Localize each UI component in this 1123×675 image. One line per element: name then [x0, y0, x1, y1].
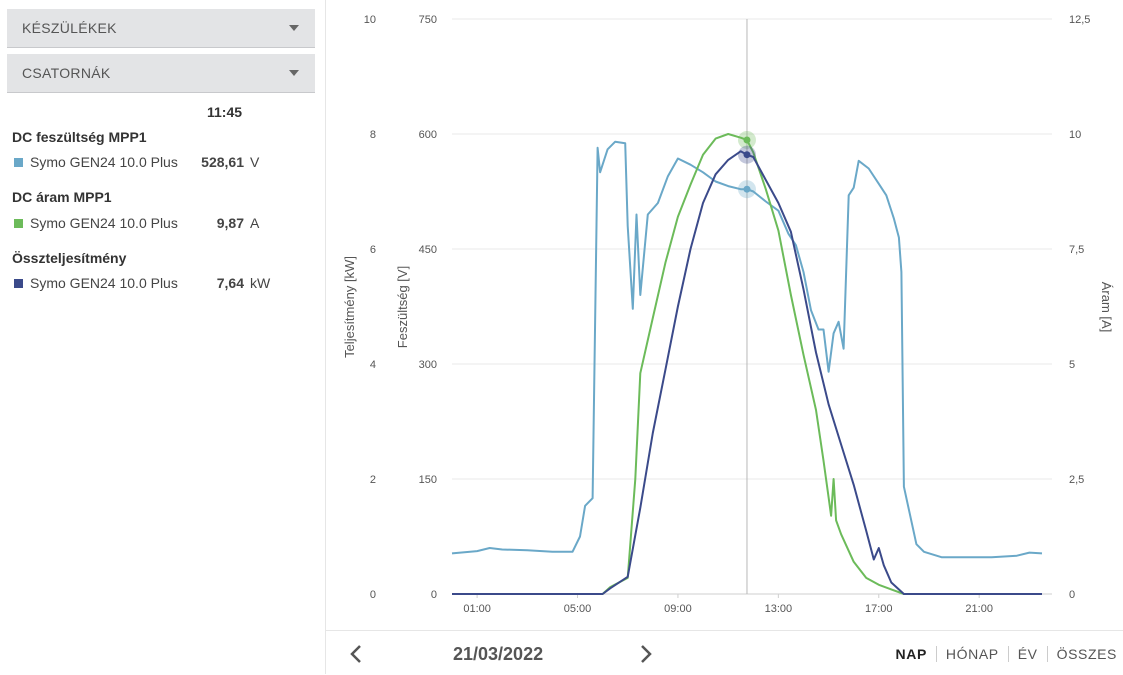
legend-row-dc-voltage[interactable]: Symo GEN24 10.0 Plus 528,61 V — [14, 154, 314, 172]
device-name: Symo GEN24 10.0 Plus — [30, 275, 178, 291]
previous-day-button[interactable] — [346, 643, 368, 665]
voltage-tick-label: 150 — [419, 474, 437, 486]
power-tick-label: 2 — [370, 474, 376, 486]
channels-dropdown-label: CSATORNÁK — [22, 65, 111, 81]
chevron-right-icon — [641, 645, 652, 663]
current-tick-label: 7,5 — [1069, 244, 1084, 256]
legend-row-total-power[interactable]: Symo GEN24 10.0 Plus 7,64 kW — [14, 275, 314, 293]
power-tick-label: 6 — [370, 244, 376, 256]
current-hover-point — [743, 136, 751, 144]
chevron-down-icon — [289, 25, 299, 31]
chart-area[interactable]: 0 0 0 2 150 2,5 4 300 5 6 450 7,5 8 600 10 10 750 12,5 Tel… — [326, 0, 1123, 630]
period-year-tab[interactable]: ÉV — [1018, 646, 1038, 662]
legend-row-dc-current[interactable]: Symo GEN24 10.0 Plus 9,87 A — [14, 215, 314, 233]
voltage-tick-label: 600 — [419, 129, 437, 141]
current-tick-label: 2,5 — [1069, 474, 1084, 486]
date-navigation-bar: 21/03/2022 NAP HÓNAP ÉV ÖSSZES — [326, 630, 1123, 675]
voltage-hover-point — [743, 185, 751, 193]
power-tick-label: 0 — [370, 589, 376, 601]
series-value: 7,64 — [216, 275, 244, 291]
series-unit: V — [250, 154, 260, 170]
period-separator — [935, 646, 937, 662]
power-axis-label: Teljesítmény [kW] — [342, 256, 357, 358]
series-value: 528,61 — [201, 154, 244, 170]
group-title-total-power: Összteljesítmény — [12, 250, 127, 266]
series-color-swatch — [14, 219, 23, 228]
channels-dropdown[interactable]: CSATORNÁK — [7, 54, 315, 93]
period-separator — [1046, 646, 1048, 662]
chevron-down-icon — [289, 70, 299, 76]
period-day-tab[interactable]: NAP — [896, 646, 927, 662]
x-tick-label: 17:00 — [865, 603, 893, 615]
voltage-axis-label: Feszültség [V] — [395, 266, 410, 348]
voltage-tick-label: 300 — [419, 359, 437, 371]
devices-dropdown[interactable]: KÉSZÜLÉKEK — [7, 9, 315, 48]
period-selector: NAP HÓNAP ÉV ÖSSZES — [896, 646, 1117, 662]
chevron-left-icon — [350, 645, 361, 663]
series-unit: A — [250, 215, 260, 231]
x-tick-label: 13:00 — [765, 603, 793, 615]
sidebar: KÉSZÜLÉKEK CSATORNÁK 11:45 DC feszültség… — [0, 0, 325, 674]
series-unit: kW — [250, 275, 271, 291]
current-axis-label: Áram [A] — [1099, 282, 1114, 333]
current-tick-label: 5 — [1069, 359, 1075, 371]
current-tick-label: 12,5 — [1069, 14, 1090, 26]
cursor-time: 11:45 — [207, 104, 243, 120]
series-color-swatch — [14, 158, 23, 167]
x-tick-label: 01:00 — [463, 603, 491, 615]
x-tick-label: 09:00 — [664, 603, 692, 615]
group-title-dc-voltage: DC feszültség MPP1 — [12, 129, 147, 145]
power-tick-label: 8 — [370, 129, 376, 141]
voltage-tick-label: 450 — [419, 244, 437, 256]
current-tick-label: 0 — [1069, 589, 1075, 601]
voltage-tick-label: 0 — [431, 589, 437, 601]
devices-dropdown-label: KÉSZÜLÉKEK — [22, 20, 117, 36]
group-title-dc-current: DC áram MPP1 — [12, 189, 112, 205]
device-name: Symo GEN24 10.0 Plus — [30, 215, 178, 231]
device-name: Symo GEN24 10.0 Plus — [30, 154, 178, 170]
next-day-button[interactable] — [634, 643, 656, 665]
energy-line-chart[interactable]: 0 0 0 2 150 2,5 4 300 5 6 450 7,5 8 600 10 10 750 12,5 Tel… — [326, 0, 1123, 630]
current-tick-label: 10 — [1069, 129, 1081, 141]
x-tick-label: 21:00 — [965, 603, 993, 615]
power-tick-label: 10 — [364, 14, 376, 26]
voltage-tick-label: 750 — [419, 14, 437, 26]
series-value: 9,87 — [216, 215, 244, 231]
period-all-tab[interactable]: ÖSSZES — [1057, 646, 1117, 662]
current-date[interactable]: 21/03/2022 — [453, 644, 543, 665]
period-month-tab[interactable]: HÓNAP — [946, 646, 999, 662]
x-tick-label: 05:00 — [564, 603, 592, 615]
period-separator — [1007, 646, 1009, 662]
power-tick-label: 4 — [370, 359, 376, 371]
power-hover-point — [743, 151, 751, 159]
series-color-swatch — [14, 279, 23, 288]
